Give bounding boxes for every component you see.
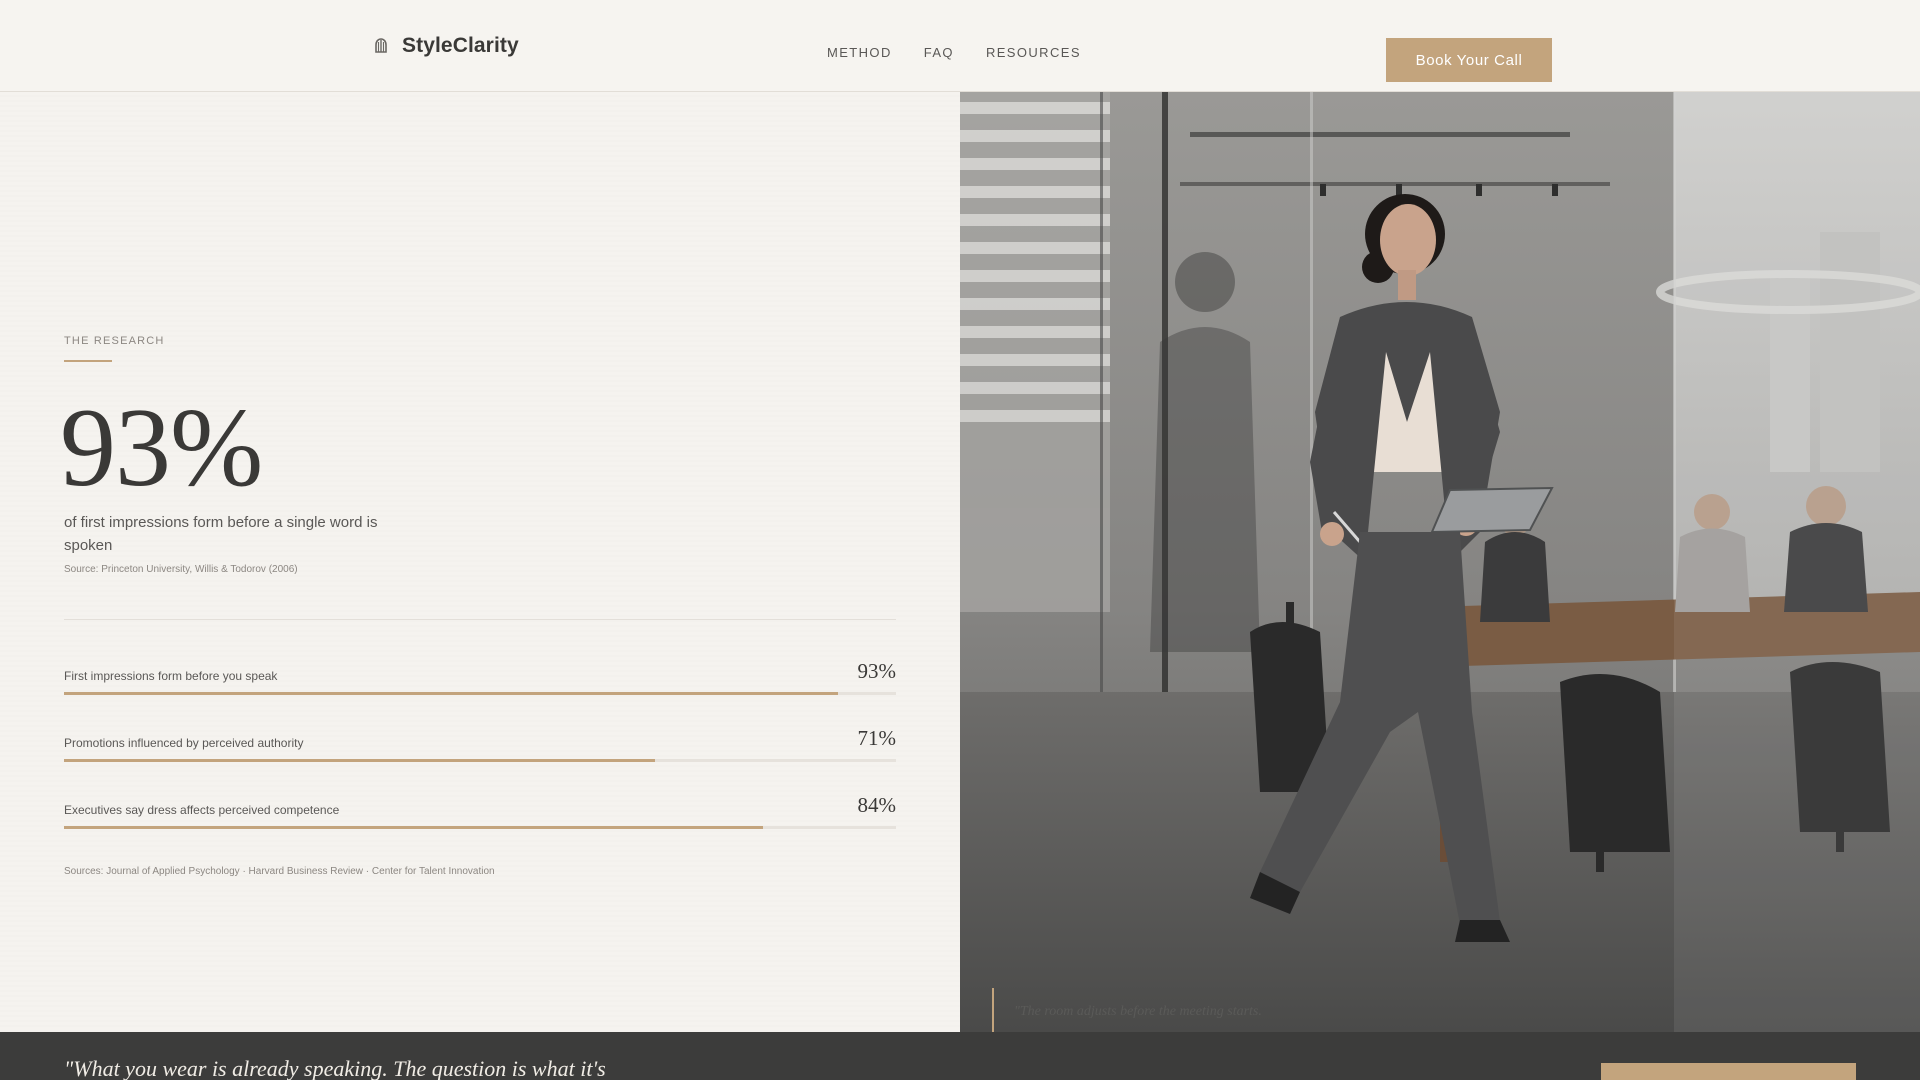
office-scene-illustration bbox=[960, 92, 1920, 1032]
stat-progress-fill bbox=[64, 826, 763, 829]
stat-progress-fill bbox=[64, 759, 655, 762]
hanger-icon bbox=[375, 38, 387, 53]
quote-text: "What you wear is already speaking. The … bbox=[64, 1056, 606, 1080]
stat-progress-track bbox=[64, 692, 896, 695]
section-eyebrow: THE RESEARCH bbox=[64, 335, 165, 347]
stat-row: Promotions influenced by perceived autho… bbox=[64, 726, 896, 766]
nav-item-method[interactable]: METHOD bbox=[827, 46, 892, 59]
caption-accent-line bbox=[992, 988, 994, 1032]
research-panel: THE RESEARCH 93% of first impressions fo… bbox=[0, 92, 960, 1032]
stat-progress-track bbox=[64, 826, 896, 829]
stat-progress-fill bbox=[64, 692, 838, 695]
section-divider bbox=[64, 619, 896, 620]
nav-item-resources[interactable]: RESOURCES bbox=[986, 46, 1081, 59]
main-nav: METHOD FAQ RESOURCES bbox=[827, 46, 1081, 59]
book-call-button[interactable]: Book Your Call bbox=[1386, 38, 1552, 82]
stat-value: 93% bbox=[857, 659, 897, 683]
brand-name: StyleClarity bbox=[402, 34, 519, 57]
stat-row: Executives say dress affects perceived c… bbox=[64, 793, 896, 833]
stat-label: Executives say dress affects perceived c… bbox=[64, 803, 340, 817]
band-cta-button[interactable] bbox=[1601, 1063, 1856, 1080]
quote-band: "What you wear is already speaking. The … bbox=[0, 1032, 1920, 1080]
stat-progress-track bbox=[64, 759, 896, 762]
hero-photo: "The room adjusts before the meeting sta… bbox=[960, 92, 1920, 1032]
stat-value: 71% bbox=[857, 726, 897, 750]
nav-item-faq[interactable]: FAQ bbox=[924, 46, 954, 59]
eyebrow-underline bbox=[64, 360, 112, 362]
sources-footnote: Sources: Journal of Applied Psychology ·… bbox=[64, 866, 495, 877]
site-header: StyleClarity METHOD FAQ RESOURCES Book Y… bbox=[0, 0, 1920, 92]
stat-label: Promotions influenced by perceived autho… bbox=[64, 736, 304, 750]
stat-row: First impressions form before you speak … bbox=[64, 659, 896, 699]
headline-stat-description: of first impressions form before a singl… bbox=[64, 514, 378, 554]
stat-label: First impressions form before you speak bbox=[64, 669, 278, 683]
headline-stat: 93% bbox=[60, 386, 263, 510]
photo-caption: "The room adjusts before the meeting sta… bbox=[1014, 1004, 1262, 1019]
brand-logo[interactable]: StyleClarity bbox=[372, 34, 519, 58]
headline-stat-source: Source: Princeton University, Willis & T… bbox=[64, 564, 298, 575]
stat-value: 84% bbox=[857, 793, 897, 817]
